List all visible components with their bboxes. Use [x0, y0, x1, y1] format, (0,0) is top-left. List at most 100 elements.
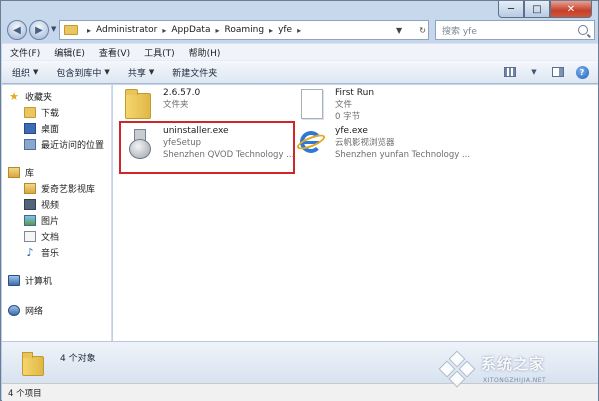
breadcrumb-chevron-icon[interactable]: ▸ — [162, 26, 166, 35]
recent-places-icon — [24, 139, 36, 150]
breadcrumb-chevron-icon[interactable]: ▸ — [297, 26, 301, 35]
address-bar[interactable]: ▸ Administrator ▸ AppData ▸ Roaming ▸ yf… — [59, 20, 429, 40]
browser-e-icon — [293, 125, 329, 161]
breadcrumb: ▸ Administrator ▸ AppData ▸ Roaming ▸ yf… — [82, 25, 306, 35]
forward-button[interactable]: ▶ — [29, 20, 49, 40]
computer-icon — [8, 275, 20, 286]
file-description: 云帆影视浏览器 — [335, 138, 395, 148]
address-dropdown-icon[interactable]: ▼ — [396, 26, 402, 35]
chevron-down-icon: ▼ — [33, 68, 39, 76]
explorer-window: ─ □ ✕ ◀ ▶ ▼ ▸ Administrator ▸ AppData ▸ … — [0, 0, 599, 401]
file-name: First Run — [335, 88, 375, 98]
command-bar: 组织 ▼ 包含到库中 ▼ 共享 ▼ 新建文件夹 ▼ ? — [2, 60, 598, 84]
back-button[interactable]: ◀ — [7, 20, 27, 40]
folder-icon — [22, 350, 44, 376]
nav-label: 桌面 — [41, 125, 60, 135]
menu-view[interactable]: 查看(V) — [99, 46, 130, 59]
breadcrumb-chevron-icon[interactable]: ▸ — [87, 26, 91, 35]
minimize-button[interactable]: ─ — [498, 1, 524, 18]
nav-item-downloads[interactable]: 下载 — [24, 106, 59, 119]
nav-item-desktop[interactable]: 桌面 — [24, 122, 59, 135]
organize-button[interactable]: 组织 ▼ — [12, 66, 38, 79]
breadcrumb-item-roaming[interactable]: Roaming — [224, 25, 264, 35]
breadcrumb-item-appdata[interactable]: AppData — [171, 25, 210, 35]
include-in-library-label: 包含到库中 — [56, 68, 102, 79]
nav-item-recent[interactable]: 最近访问的位置 — [24, 138, 104, 151]
nav-item-music[interactable]: ♪ 音乐 — [24, 246, 59, 259]
recent-pages-dropdown[interactable]: ▼ — [51, 25, 56, 33]
nav-item-documents[interactable]: 文档 — [24, 230, 59, 243]
nav-item-iqiyi[interactable]: 爱奇艺影视库 — [24, 182, 95, 195]
chevron-down-icon: ▼ — [531, 68, 537, 76]
organize-label: 组织 — [12, 68, 31, 79]
breadcrumb-chevron-icon[interactable]: ▸ — [215, 26, 219, 35]
search-placeholder: 搜索 yfe — [442, 26, 477, 37]
nav-item-computer[interactable]: 计算机 — [8, 274, 52, 287]
toolbar-right: ▼ ? — [494, 65, 590, 79]
folder-icon — [121, 87, 157, 123]
menu-file[interactable]: 文件(F) — [10, 46, 40, 59]
file-item-first-run[interactable]: First Run 文件 0 字节 — [293, 87, 374, 123]
breadcrumb-item-administrator[interactable]: Administrator — [96, 25, 157, 35]
file-company: Shenzhen yunfan Technology ... — [335, 150, 471, 160]
file-size: 0 字节 — [335, 112, 361, 122]
document-library-icon — [24, 231, 36, 242]
watermark-subtitle: XITONGZHIJIA.NET — [483, 377, 547, 384]
chevron-down-icon: ▼ — [148, 68, 155, 76]
arrow-left-icon: ◀ — [13, 24, 21, 36]
maximize-button[interactable]: □ — [524, 1, 550, 18]
annotation-highlight — [119, 121, 295, 174]
preview-pane-button[interactable] — [550, 65, 566, 79]
menu-bar: 文件(F) 编辑(E) 查看(V) 工具(T) 帮助(H) — [2, 43, 598, 60]
nav-item-libraries[interactable]: 库 — [8, 166, 34, 179]
file-icon — [293, 87, 329, 123]
breadcrumb-item-yfe[interactable]: yfe — [278, 25, 292, 35]
address-controls: ▼ ↻ — [396, 23, 426, 37]
file-list: 2.6.57.0 文件夹 First Run 文件 0 字节 uninstall… — [113, 85, 598, 341]
file-item-folder[interactable]: 2.6.57.0 文件夹 — [121, 87, 200, 123]
nav-item-pictures[interactable]: 图片 — [24, 214, 59, 227]
view-icon — [504, 67, 516, 77]
menu-tools[interactable]: 工具(T) — [144, 46, 175, 59]
include-in-library-button[interactable]: 包含到库中 ▼ — [56, 66, 109, 79]
network-icon — [8, 305, 20, 316]
help-button[interactable]: ? — [574, 65, 590, 79]
file-item-yfe-exe[interactable]: yfe.exe 云帆影视浏览器 Shenzhen yunfan Technolo… — [293, 125, 470, 161]
nav-label: 计算机 — [25, 277, 53, 287]
video-library-icon — [24, 199, 36, 210]
folder-icon — [64, 25, 78, 35]
desktop-icon — [24, 123, 36, 134]
refresh-icon[interactable]: ↻ — [419, 26, 426, 35]
nav-label: 收藏夹 — [25, 93, 53, 103]
nav-label: 最近访问的位置 — [41, 141, 105, 151]
view-options-button[interactable]: ▼ — [526, 65, 542, 79]
file-name: yfe.exe — [335, 126, 368, 136]
breadcrumb-chevron-icon[interactable]: ▸ — [269, 26, 273, 35]
menu-help[interactable]: 帮助(H) — [189, 46, 221, 59]
change-view-button[interactable] — [502, 65, 518, 79]
search-icon[interactable] — [578, 25, 588, 35]
watermark-title: 系统之家 — [481, 355, 546, 373]
nav-item-network[interactable]: 网络 — [8, 304, 43, 317]
nav-label: 音乐 — [41, 249, 60, 259]
star-icon: ★ — [9, 90, 19, 103]
preview-pane-icon — [552, 67, 564, 77]
menu-edit[interactable]: 编辑(E) — [54, 46, 85, 59]
share-button[interactable]: 共享 ▼ — [128, 66, 154, 79]
nav-label: 视频 — [41, 201, 60, 211]
new-folder-button[interactable]: 新建文件夹 — [172, 66, 217, 79]
watermark-logo-icon — [437, 350, 477, 391]
nav-item-favorites[interactable]: ★ 收藏夹 — [8, 90, 52, 103]
nav-label: 网络 — [25, 307, 44, 317]
search-input[interactable]: 搜索 yfe — [435, 20, 595, 40]
library-icon — [8, 167, 20, 178]
file-name: 2.6.57.0 — [163, 88, 201, 98]
nav-label: 图片 — [41, 217, 60, 227]
file-type: 文件夹 — [163, 100, 189, 110]
close-button[interactable]: ✕ — [550, 1, 592, 18]
nav-item-videos[interactable]: 视频 — [24, 198, 59, 211]
music-note-icon: ♪ — [26, 246, 34, 259]
navigation-pane: ★ 收藏夹 下载 桌面 最近访问的位置 库 爱奇艺影视库 视频 图片 文档 ♪ … — [2, 85, 112, 341]
nav-label: 爱奇艺影视库 — [41, 185, 96, 195]
help-icon: ? — [575, 65, 589, 79]
